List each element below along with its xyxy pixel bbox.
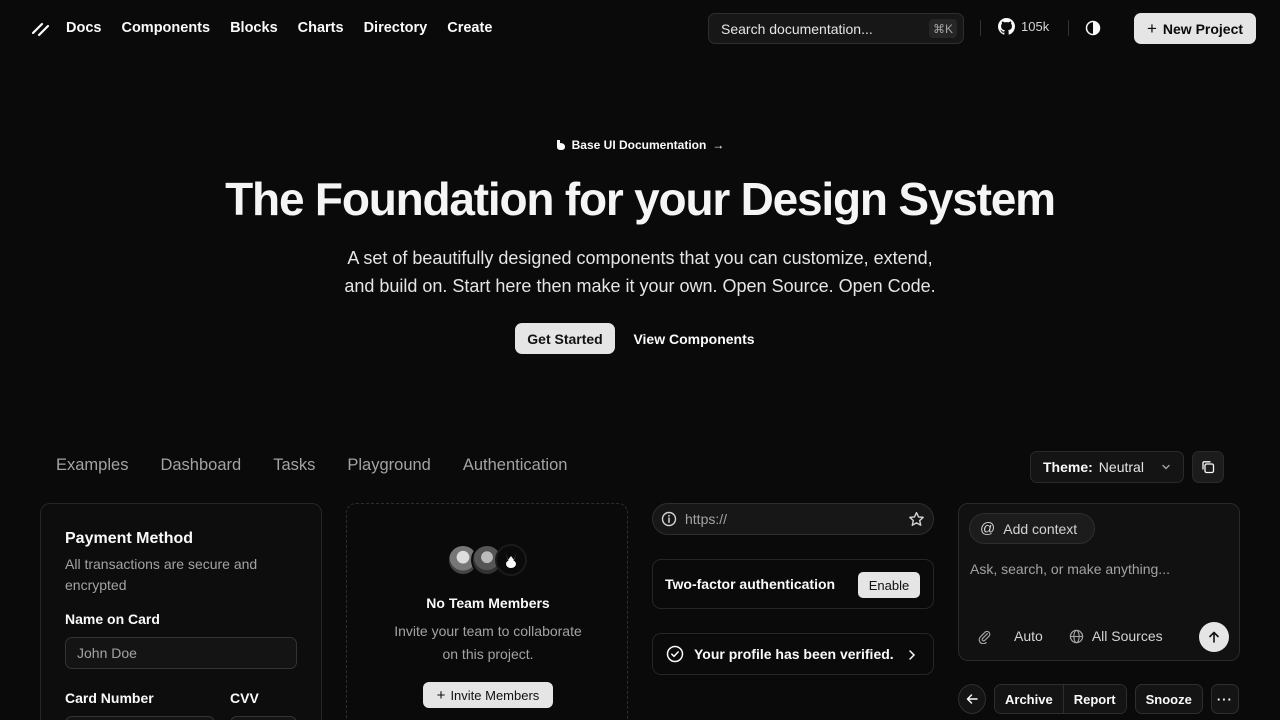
theme-select[interactable]: Theme: Neutral	[1030, 451, 1184, 483]
nav-create[interactable]: Create	[447, 20, 492, 36]
payment-title: Payment Method	[65, 530, 194, 547]
logo-icon[interactable]	[30, 18, 50, 38]
tab-tasks[interactable]: Tasks	[273, 456, 315, 475]
github-icon	[998, 18, 1015, 35]
archive-report-group: Archive Report	[994, 684, 1127, 714]
arrow-up-icon	[1209, 631, 1219, 643]
search-placeholder: Search documentation...	[721, 20, 873, 37]
get-started-button[interactable]: Get Started	[515, 323, 615, 354]
avatar-group	[447, 544, 529, 576]
theme-toggle-icon[interactable]	[1085, 20, 1101, 36]
search-shortcut: ⌘K	[928, 19, 957, 38]
more-options-button[interactable]: ···	[1210, 684, 1239, 714]
github-stars: 105k	[1021, 19, 1050, 34]
team-empty-card: No Team Members Invite your team to coll…	[346, 503, 628, 720]
url-input[interactable]: https://	[652, 503, 934, 535]
name-label: Name on Card	[65, 611, 160, 627]
search-button[interactable]: Search documentation... ⌘K	[708, 13, 964, 44]
snooze-button[interactable]: Snooze	[1134, 684, 1203, 714]
new-project-button[interactable]: + New Project	[1134, 13, 1256, 44]
github-link[interactable]: 105k	[998, 18, 1049, 35]
hero-title: The Foundation for your Design System	[225, 173, 1056, 225]
view-components-button[interactable]: View Components	[625, 323, 763, 354]
bunny-logo-icon	[505, 552, 517, 568]
globe-icon	[1069, 629, 1084, 643]
add-context-button[interactable]: @ Add context	[969, 513, 1095, 544]
invite-members-button[interactable]: + Invite Members	[423, 682, 553, 708]
ai-prompt-input[interactable]: Ask, search, or make anything...	[970, 561, 1170, 577]
cvv-input[interactable]	[230, 716, 297, 720]
star-icon[interactable]	[908, 511, 925, 528]
back-button[interactable]	[958, 684, 986, 714]
payment-card: Payment Method All transactions are secu…	[40, 503, 322, 720]
copy-icon	[1202, 461, 1215, 474]
chevron-right-icon	[909, 650, 916, 660]
two-factor-item: Two-factor authentication Enable	[652, 559, 934, 609]
hero-subtitle: A set of beautifully designed components…	[344, 248, 936, 296]
send-button[interactable]	[1199, 622, 1229, 652]
paperclip-icon[interactable]	[977, 629, 992, 644]
nav-docs[interactable]: Docs	[66, 20, 101, 36]
badge-check-icon	[666, 645, 684, 663]
main-nav: Docs Components Blocks Charts Directory …	[66, 0, 492, 56]
plus-icon: +	[436, 686, 446, 704]
tab-examples[interactable]: Examples	[56, 456, 128, 475]
nav-charts[interactable]: Charts	[298, 20, 344, 36]
team-title: No Team Members	[426, 595, 550, 611]
header-divider	[1068, 20, 1069, 36]
name-on-card-input[interactable]: John Doe	[65, 637, 297, 669]
nav-components[interactable]: Components	[121, 20, 210, 36]
plus-icon: +	[1146, 18, 1157, 38]
archive-button[interactable]: Archive	[995, 685, 1063, 713]
mode-auto-button[interactable]: Auto	[1014, 628, 1043, 644]
profile-verified-item[interactable]: Your profile has been verified.	[652, 633, 934, 675]
all-sources-button[interactable]: All Sources	[1092, 628, 1163, 644]
arrow-left-icon	[966, 694, 978, 704]
nav-directory[interactable]: Directory	[364, 20, 428, 36]
ai-prompt-card: @ Add context Ask, search, or make anyth…	[958, 503, 1240, 661]
site-header: Docs Components Blocks Charts Directory …	[0, 0, 1280, 56]
copy-button[interactable]	[1192, 451, 1224, 483]
docs-badge-link[interactable]: Base UI Documentation →	[0, 138, 1280, 152]
base-ui-icon	[556, 140, 565, 150]
tab-dashboard[interactable]: Dashboard	[160, 456, 241, 475]
more-horizontal-icon: ···	[1216, 691, 1233, 707]
cvv-label: CVV	[230, 690, 259, 706]
info-icon	[661, 511, 677, 527]
report-button[interactable]: Report	[1062, 685, 1126, 713]
avatar	[495, 544, 527, 576]
header-divider	[980, 20, 981, 36]
examples-tabs: Examples Dashboard Tasks Playground Auth…	[56, 456, 567, 475]
card-number-input[interactable]	[65, 716, 215, 720]
tab-playground[interactable]: Playground	[347, 456, 430, 475]
tab-authentication[interactable]: Authentication	[463, 456, 568, 475]
at-sign-icon: @	[980, 520, 996, 537]
enable-button[interactable]: Enable	[858, 572, 920, 598]
arrow-right-icon: →	[712, 138, 725, 152]
payment-description: All transactions are secure and encrypte…	[65, 556, 258, 593]
mail-action-bar: Archive Report Snooze ···	[958, 684, 1239, 714]
team-description: Invite your team to collaborate on this …	[394, 623, 582, 662]
chevron-down-icon	[1162, 464, 1170, 470]
card-number-label: Card Number	[65, 690, 154, 706]
nav-blocks[interactable]: Blocks	[230, 20, 278, 36]
ai-toolbar: Auto All Sources	[977, 628, 1163, 644]
